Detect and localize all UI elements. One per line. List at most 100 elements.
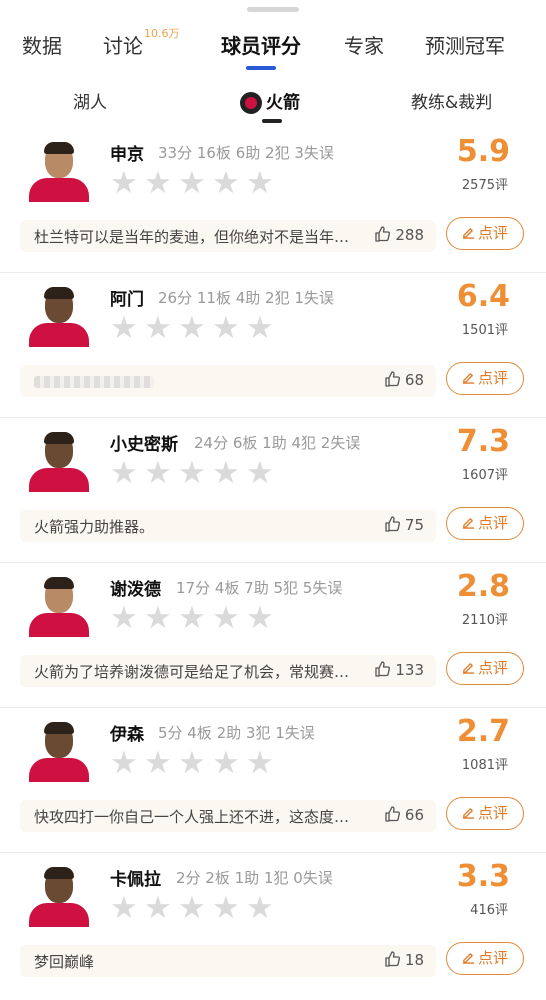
subtab-lakers[interactable]: 湖人 (73, 88, 107, 113)
top-comment[interactable]: 快攻四打一你自己一个人强上还不进，这态度… 66 (20, 800, 436, 832)
rating-star-icon[interactable]: ★ (178, 748, 206, 779)
rating-star-icon[interactable]: ★ (212, 748, 240, 779)
team-tabs: 湖人 火箭 教练&裁判 (0, 88, 546, 118)
player-name[interactable]: 申京 (110, 140, 144, 165)
like-button[interactable]: 68 (384, 371, 424, 389)
rating-star-icon[interactable]: ★ (246, 313, 274, 344)
player-card: 阿门 26分 11板 4助 2犯 1失误 ★ ★ ★ ★ ★ 6.4 1501评 68 … (0, 273, 546, 418)
thumbs-up-icon (374, 661, 395, 679)
review-count: 416评 (470, 903, 508, 918)
average-score: 5.9 (456, 134, 510, 169)
top-comment[interactable]: 杜兰特可以是当年的麦迪，但你绝对不是当年… 288 (20, 220, 436, 252)
top-comment[interactable]: 火箭强力助推器。 75 (20, 510, 436, 542)
top-comment-text: 杜兰特可以是当年的麦迪，但你绝对不是当年… (34, 228, 350, 246)
review-button[interactable]: 点评 (446, 942, 524, 975)
rating-star-icon[interactable]: ★ (110, 748, 138, 779)
subtab-rockets[interactable]: 火箭 (240, 88, 300, 114)
tab-label: 预测冠军 (425, 34, 505, 58)
rating-star-icon[interactable]: ★ (246, 603, 274, 634)
subtab-label: 湖人 (73, 93, 107, 113)
tab-discussion[interactable]: 讨论10.6万 (103, 27, 180, 59)
top-comment-text: 火箭为了培养谢泼德可是给足了机会，常规赛… (34, 663, 350, 681)
sheet-grabber[interactable] (247, 7, 299, 12)
active-tab-indicator (246, 66, 276, 70)
player-avatar (23, 720, 95, 782)
like-count: 68 (404, 371, 424, 389)
top-comment[interactable]: 梦回巅峰 18 (20, 945, 436, 977)
review-label: 点评 (477, 369, 508, 387)
player-name[interactable]: 阿门 (110, 285, 144, 310)
pencil-icon (462, 949, 478, 967)
top-comment[interactable]: 火箭为了培养谢泼德可是给足了机会，常规赛… 133 (20, 655, 436, 687)
player-avatar (23, 140, 95, 202)
like-button[interactable]: 66 (384, 806, 424, 824)
rating-star-icon[interactable]: ★ (246, 893, 274, 924)
player-name[interactable]: 谢泼德 (110, 575, 161, 600)
rating-star-icon[interactable]: ★ (144, 748, 172, 779)
review-label: 点评 (477, 514, 508, 532)
player-stats: 17分 4板 7助 5犯 5失误 (176, 579, 343, 597)
rating-star-icon[interactable]: ★ (246, 458, 274, 489)
tab-data[interactable]: 数据 (22, 30, 62, 59)
review-count: 1607评 (461, 468, 508, 483)
review-button[interactable]: 点评 (446, 217, 524, 250)
like-count: 18 (404, 951, 424, 969)
rating-star-icon[interactable]: ★ (110, 168, 138, 199)
subtab-label: 火箭 (266, 93, 300, 113)
review-label: 点评 (477, 949, 508, 967)
review-count: 2110评 (461, 613, 508, 628)
like-button[interactable]: 288 (374, 226, 424, 244)
player-name[interactable]: 伊森 (110, 720, 144, 745)
rating-star-icon[interactable]: ★ (110, 313, 138, 344)
player-stats: 24分 6板 1助 4犯 2失误 (194, 434, 361, 452)
tab-label: 球员评分 (221, 34, 301, 58)
rating-star-icon[interactable]: ★ (144, 458, 172, 489)
rating-star-icon[interactable]: ★ (110, 603, 138, 634)
thumbs-up-icon (374, 226, 395, 244)
like-button[interactable]: 133 (374, 661, 424, 679)
rating-star-icon[interactable]: ★ (178, 168, 206, 199)
rating-star-icon[interactable]: ★ (178, 603, 206, 634)
rating-star-icon[interactable]: ★ (144, 603, 172, 634)
rating-star-icon[interactable]: ★ (212, 168, 240, 199)
rating-star-icon[interactable]: ★ (178, 893, 206, 924)
rating-star-icon[interactable]: ★ (110, 893, 138, 924)
tab-predict-champion[interactable]: 预测冠军 (425, 30, 505, 59)
rating-star-icon[interactable]: ★ (144, 313, 172, 344)
rating-star-icon[interactable]: ★ (246, 748, 274, 779)
top-comment[interactable]: 68 (20, 365, 436, 397)
pencil-icon (462, 224, 478, 242)
tab-experts[interactable]: 专家 (344, 30, 384, 59)
rating-star-icon[interactable]: ★ (144, 893, 172, 924)
like-count: 133 (395, 661, 424, 679)
rating-star-icon[interactable]: ★ (212, 313, 240, 344)
rating-star-icon[interactable]: ★ (178, 313, 206, 344)
review-button[interactable]: 点评 (446, 652, 524, 685)
review-count: 2575评 (461, 178, 508, 193)
pencil-icon (462, 659, 478, 677)
review-button[interactable]: 点评 (446, 797, 524, 830)
pencil-icon (462, 369, 478, 387)
player-name[interactable]: 小史密斯 (110, 430, 178, 455)
player-avatar (23, 575, 95, 637)
rating-star-icon[interactable]: ★ (178, 458, 206, 489)
average-score: 7.3 (456, 424, 510, 459)
rating-star-icon[interactable]: ★ (212, 603, 240, 634)
player-name[interactable]: 卡佩拉 (110, 865, 161, 890)
review-button[interactable]: 点评 (446, 362, 524, 395)
player-card: 伊森 5分 4板 2助 3犯 1失误 ★ ★ ★ ★ ★ 2.7 1081评 快攻四打一… (0, 708, 546, 853)
rating-star-icon[interactable]: ★ (110, 458, 138, 489)
review-button[interactable]: 点评 (446, 507, 524, 540)
like-button[interactable]: 18 (384, 951, 424, 969)
tab-player-ratings[interactable]: 球员评分 (221, 30, 301, 59)
top-comment-text: 梦回巅峰 (34, 953, 95, 971)
player-stats: 26分 11板 4助 2犯 1失误 (158, 289, 334, 307)
like-button[interactable]: 75 (384, 516, 424, 534)
player-avatar (23, 430, 95, 492)
pencil-icon (462, 514, 478, 532)
rating-star-icon[interactable]: ★ (246, 168, 274, 199)
rating-star-icon[interactable]: ★ (212, 893, 240, 924)
rating-star-icon[interactable]: ★ (144, 168, 172, 199)
subtab-coach-referee[interactable]: 教练&裁判 (411, 88, 492, 113)
rating-star-icon[interactable]: ★ (212, 458, 240, 489)
